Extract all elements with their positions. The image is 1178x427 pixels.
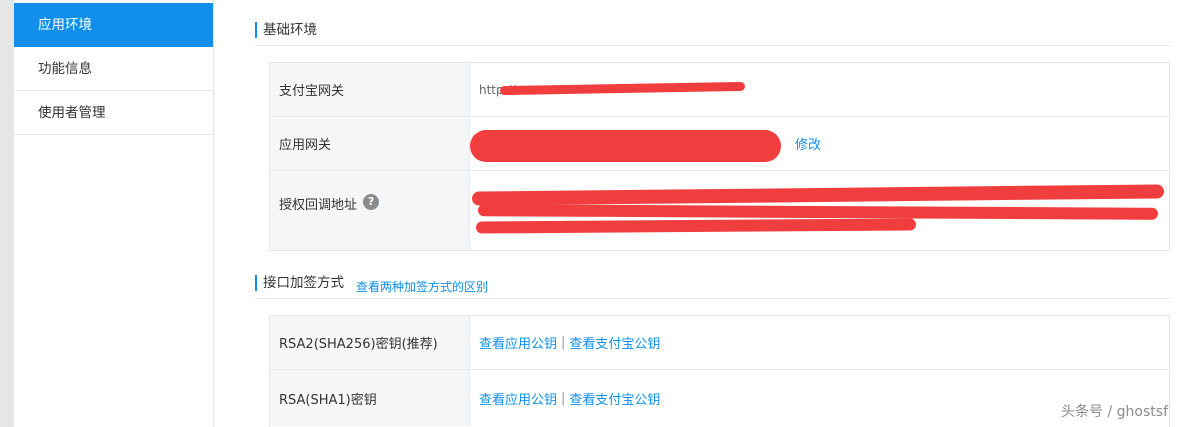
sidebar-item-app-environment[interactable]: 应用环境 <box>14 3 213 47</box>
section-title-text: 基础环境 <box>263 22 317 38</box>
view-app-public-key-link[interactable]: 查看应用公钥 <box>479 389 557 408</box>
row-label-rsa: RSA(SHA1)密钥 <box>270 370 470 426</box>
compare-sign-methods-link[interactable]: 查看两种加签方式的区别 <box>356 278 488 295</box>
watermark: 头条号 / ghostsf <box>1061 404 1168 420</box>
modify-app-gateway-link[interactable]: 修改 <box>795 134 821 153</box>
section-title-basic-env: 基础环境 <box>255 22 317 38</box>
link-separator: | <box>561 335 566 350</box>
sidebar-item-feature-info[interactable]: 功能信息 <box>14 47 213 91</box>
section-accent-bar <box>255 275 257 291</box>
row-label-app-gateway: 应用网关 <box>270 117 470 170</box>
sidebar: 应用环境 功能信息 使用者管理 <box>14 0 214 427</box>
section-title-sign-method: 接口加签方式 <box>255 275 344 291</box>
link-separator: | <box>561 390 566 406</box>
table-row: RSA(SHA1)密钥 查看应用公钥 | 查看支付宝公钥 <box>270 370 1169 426</box>
section-divider <box>255 45 1171 46</box>
rsa2-actions: 查看应用公钥 | 查看支付宝公钥 <box>470 316 1169 369</box>
view-app-public-key-link[interactable]: 查看应用公钥 <box>479 333 557 352</box>
section-title-text: 接口加签方式 <box>263 275 344 291</box>
redaction-mark <box>470 130 781 162</box>
view-alipay-public-key-link[interactable]: 查看支付宝公钥 <box>569 333 660 352</box>
row-label-alipay-gateway: 支付宝网关 <box>270 63 470 116</box>
sidebar-item-user-management[interactable]: 使用者管理 <box>14 91 213 135</box>
section-accent-bar <box>255 22 257 38</box>
auth-callback-label-text: 授权回调地址 <box>279 198 358 213</box>
help-icon[interactable]: ? <box>363 194 380 210</box>
row-label-rsa2: RSA2(SHA256)密钥(推荐) <box>270 316 470 369</box>
table-row: RSA2(SHA256)密钥(推荐) 查看应用公钥 | 查看支付宝公钥 <box>270 316 1169 370</box>
sign-method-panel: RSA2(SHA256)密钥(推荐) 查看应用公钥 | 查看支付宝公钥 RSA(… <box>269 315 1170 427</box>
row-label-auth-callback: 授权回调地址 ? <box>270 171 470 250</box>
section-divider <box>255 298 1171 299</box>
left-edge-strip <box>0 0 14 427</box>
view-alipay-public-key-link[interactable]: 查看支付宝公钥 <box>569 389 660 408</box>
